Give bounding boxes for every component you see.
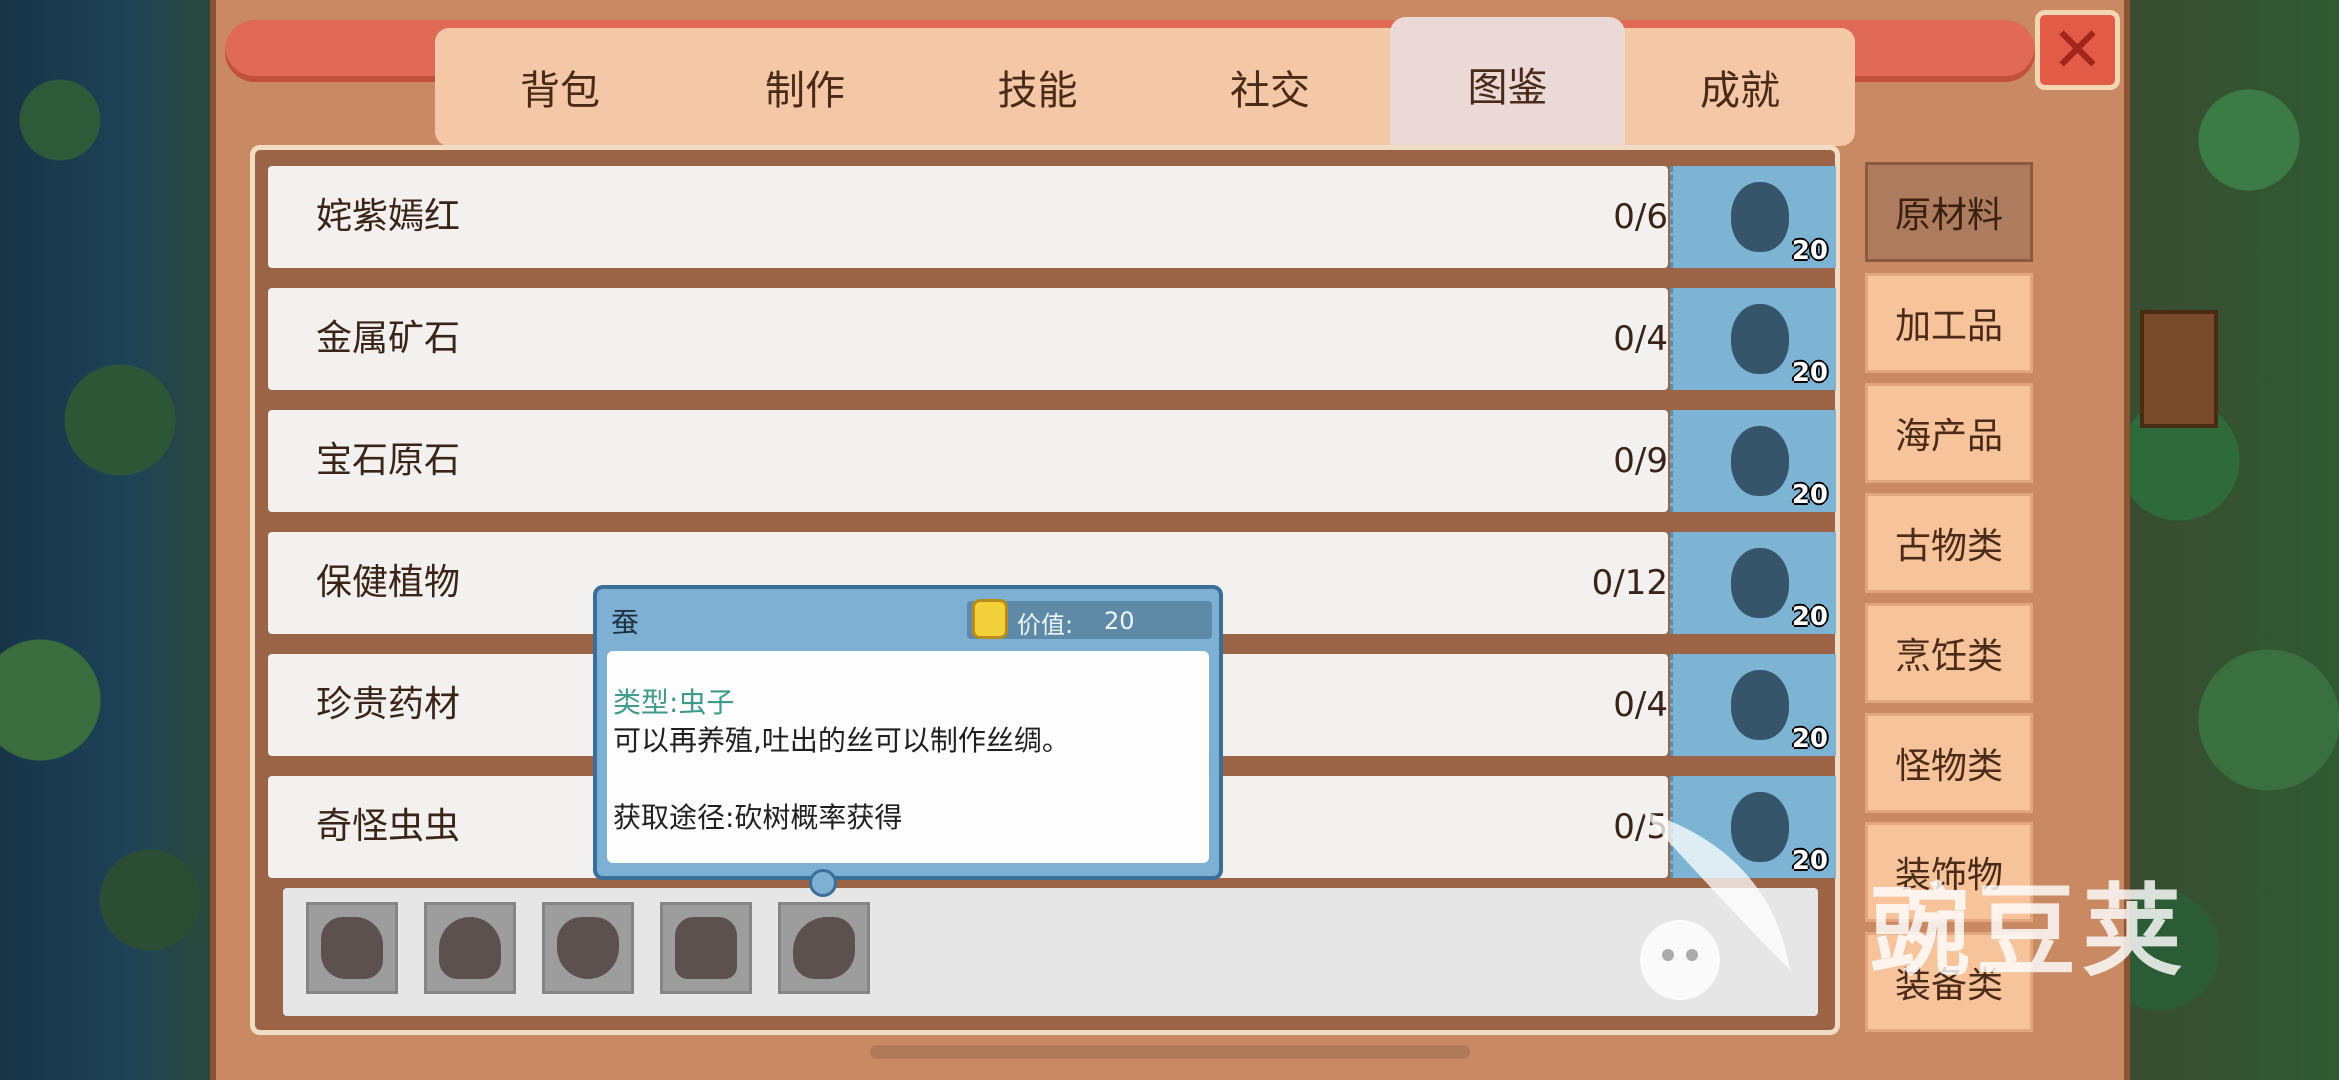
reward-box: 20 [1670, 410, 1836, 512]
collection-slot[interactable] [778, 902, 870, 994]
tab-backpack[interactable]: 背包 [435, 28, 685, 146]
tab-skills[interactable]: 技能 [925, 28, 1150, 146]
collection-slot[interactable] [660, 902, 752, 994]
reward-icon [1731, 182, 1789, 252]
bug-silhouette-icon [439, 917, 501, 979]
reward-count: 20 [1791, 358, 1828, 388]
category-seafood[interactable]: 海产品 [1865, 383, 2033, 483]
reward-count: 20 [1791, 602, 1828, 632]
reward-icon [1731, 304, 1789, 374]
tab-crafting[interactable]: 制作 [685, 28, 925, 146]
collection-slot[interactable] [542, 902, 634, 994]
category-raw-materials[interactable]: 原材料 [1865, 162, 2033, 262]
bug-silhouette-icon [321, 917, 383, 979]
tooltip-description: 可以再养殖,吐出的丝可以制作丝绸。 [613, 724, 1070, 757]
reward-count: 20 [1791, 480, 1828, 510]
scrollbar[interactable] [870, 1045, 1470, 1059]
list-item[interactable]: 宝石原石 0/9 20 [268, 410, 1836, 512]
category-antiques[interactable]: 古物类 [1865, 493, 2033, 593]
crab-silhouette-icon [557, 917, 619, 979]
category-cooking[interactable]: 烹饪类 [1865, 603, 2033, 703]
reward-count: 20 [1791, 236, 1828, 266]
background-left [0, 0, 215, 1080]
bug-silhouette-icon [675, 917, 737, 979]
reward-box: 20 [1670, 532, 1836, 634]
watermark-text: 豌豆荚 [1870, 873, 2188, 990]
row-count: 0/6 [1613, 197, 1668, 237]
item-tooltip: 蚕 价值: 20 类型:虫子 可以再养殖,吐出的丝可以制作丝绸。 获取途径:砍树… [593, 585, 1223, 897]
watermark-logo-icon [1640, 810, 1790, 1000]
reward-count: 20 [1791, 724, 1828, 754]
collection-slot[interactable] [424, 902, 516, 994]
reward-box: 20 [1670, 288, 1836, 390]
reward-box: 20 [1670, 166, 1836, 268]
value-label: 价值: [1017, 611, 1074, 639]
reward-icon [1731, 670, 1789, 740]
tooltip-type: 类型:虫子 [613, 686, 735, 719]
reward-box: 20 [1670, 654, 1836, 756]
chest-icon [2140, 310, 2218, 428]
list-item[interactable]: 姹紫嫣红 0/6 20 [268, 166, 1836, 268]
value-number: 20 [1104, 607, 1135, 635]
collection-slot[interactable] [306, 902, 398, 994]
row-count: 0/4 [1613, 319, 1668, 359]
tooltip-title: 蚕 [611, 606, 640, 639]
reward-icon [1731, 426, 1789, 496]
tab-collection[interactable]: 图鉴 [1390, 17, 1625, 151]
category-monsters[interactable]: 怪物类 [1865, 713, 2033, 813]
tooltip-source: 获取途径:砍树概率获得 [613, 801, 903, 834]
tab-bar: 背包 制作 技能 社交 图鉴 成就 [435, 17, 1855, 151]
tab-social[interactable]: 社交 [1150, 28, 1390, 146]
list-item[interactable]: 金属矿石 0/4 20 [268, 288, 1836, 390]
tooltip-pointer [809, 869, 837, 897]
row-count: 0/9 [1613, 441, 1668, 481]
tab-achievements[interactable]: 成就 [1625, 28, 1855, 146]
coin-icon [972, 599, 1008, 639]
close-icon: ✕ [2051, 13, 2104, 86]
reward-icon [1731, 548, 1789, 618]
close-button[interactable]: ✕ [2035, 10, 2120, 90]
category-processed[interactable]: 加工品 [1865, 273, 2033, 373]
snail-silhouette-icon [793, 917, 855, 979]
